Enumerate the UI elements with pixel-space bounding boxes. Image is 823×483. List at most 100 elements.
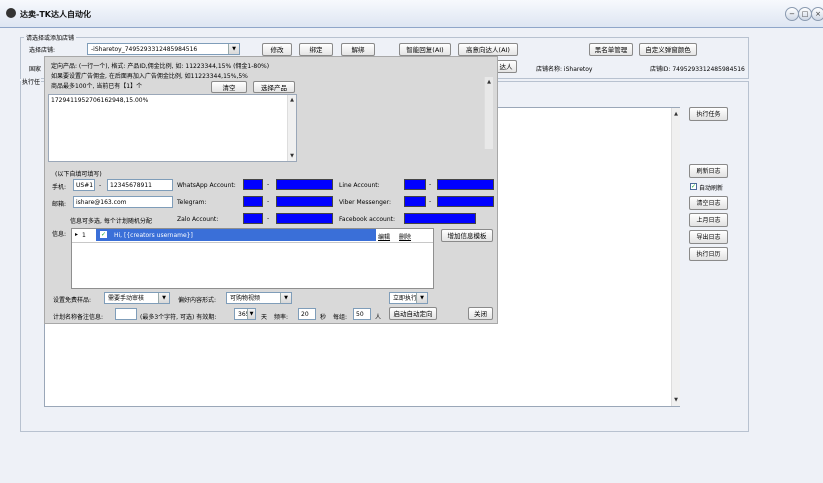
run-history-button[interactable]: 执行日历 — [689, 247, 728, 261]
close-icon[interactable]: × — [811, 7, 823, 21]
close-dialog-button[interactable]: 关闭 — [468, 307, 493, 320]
minimize-icon[interactable]: − — [785, 7, 799, 21]
facebook-label: Facebook account: — [339, 216, 396, 223]
per-group-field[interactable]: 50 — [353, 308, 371, 320]
zalo-code-field[interactable] — [243, 213, 263, 224]
chevron-down-icon: ▼ — [228, 44, 239, 54]
email-field[interactable]: ishare@163.com — [73, 196, 173, 208]
facebook-account-field[interactable] — [404, 213, 476, 224]
telegram-dash: - — [267, 198, 270, 205]
line-code-field[interactable] — [404, 179, 426, 190]
unbind-store-button[interactable]: 解绑 — [341, 43, 375, 56]
product-scrollbar[interactable]: ▲ ▼ — [287, 95, 296, 161]
scroll-up-icon[interactable]: ▲ — [672, 110, 680, 118]
frequency-field[interactable]: 20 — [298, 308, 316, 320]
per-group-label: 每组: — [333, 314, 348, 321]
blacklist-button[interactable]: 黑名单管理 — [589, 43, 633, 56]
run-task-button[interactable]: 执行任务 — [689, 107, 728, 121]
dialog-scrollbar[interactable]: ▲ — [484, 77, 493, 149]
product-hint-line1: 定向产品: (一行一个), 格式: 产品ID,佣金比例, 如: 11223344… — [51, 63, 270, 70]
scroll-up-icon[interactable]: ▲ — [485, 78, 493, 86]
select-product-button[interactable]: 选择产品 — [253, 81, 295, 93]
chevron-down-icon: ▼ — [247, 309, 255, 319]
line-account-field[interactable] — [437, 179, 494, 190]
scroll-up-icon[interactable]: ▲ — [288, 96, 296, 104]
target-creators-button[interactable]: 达人 — [495, 60, 517, 73]
app-logo-icon — [6, 8, 16, 18]
plan-name-field[interactable] — [115, 308, 137, 320]
run-now-select[interactable]: 立即执行 ▼ — [389, 292, 428, 304]
whatsapp-number-field[interactable] — [276, 179, 333, 190]
title-bar — [0, 0, 823, 28]
refresh-log-button[interactable]: 刷新日志 — [689, 164, 728, 178]
email-label: 邮箱: — [52, 201, 67, 208]
store-name-label: 店铺名称: iSharetoy — [536, 66, 593, 73]
start-auto-target-button[interactable]: 启动自动定向 — [389, 307, 437, 320]
product-entry: 1729411952706162948,15.00% — [51, 97, 149, 104]
telegram-number-field[interactable] — [276, 196, 333, 207]
validity-select[interactable]: 365 ▼ — [234, 308, 256, 320]
product-textarea[interactable]: 1729411952706162948,15.00% — [48, 94, 297, 162]
high-intent-creators-button[interactable]: 高意向达人(AI) — [458, 43, 518, 56]
message-text: Hi, [{creators username}] — [114, 232, 193, 239]
window-title: 达卖-TK达人自动化 — [20, 10, 91, 19]
content-form-select[interactable]: 可购物视频 ▼ — [226, 292, 292, 304]
phone-number-field[interactable]: 12345678911 — [107, 179, 173, 191]
whatsapp-label: WhatsApp Account: — [177, 182, 236, 189]
line-dash: - — [429, 181, 432, 188]
free-sample-select[interactable]: 需要手动审核 ▼ — [104, 292, 170, 304]
clear-products-button[interactable]: 清空 — [211, 81, 247, 93]
free-sample-label: 设置免费样品: — [53, 297, 92, 304]
telegram-label: Telegram: — [177, 199, 207, 206]
ai-reply-button[interactable]: 智能回复(AI) — [399, 43, 451, 56]
delete-message-link[interactable]: 删除 — [399, 232, 411, 241]
line-label: Line Account: — [339, 182, 380, 189]
scroll-down-icon[interactable]: ▼ — [288, 152, 296, 160]
chevron-down-icon: ▼ — [280, 293, 291, 303]
days-label: 天 — [261, 314, 268, 321]
edit-store-button[interactable]: 修改 — [262, 43, 292, 56]
viber-code-field[interactable] — [404, 196, 426, 207]
export-log-button[interactable]: 导出日志 — [689, 230, 728, 244]
phone-label: 手机: — [52, 184, 67, 191]
log-scrollbar[interactable]: ▲ ▼ — [671, 108, 680, 406]
clear-log-button[interactable]: 清空日志 — [689, 196, 728, 210]
add-template-button[interactable]: 增加信息模板 — [441, 229, 493, 242]
viber-dash: - — [429, 198, 432, 205]
content-form-label: 偏好内容形式: — [178, 297, 217, 304]
viber-number-field[interactable] — [437, 196, 494, 207]
product-hint-line2: 如果要设置广告佣金, 在后面再加入广告佣金比例, 如11223344,15%,5… — [51, 73, 248, 80]
edit-message-link[interactable]: 编辑 — [378, 232, 390, 241]
optional-title: (以下自填可填写) — [55, 171, 102, 178]
store-group-label: 请选择或添加店铺 — [24, 33, 77, 42]
scroll-down-icon[interactable]: ▼ — [672, 396, 680, 404]
message-checkbox[interactable]: ✓ — [100, 231, 107, 238]
info-note: 信息可多选, 每个计划随机分配 — [70, 218, 152, 225]
whatsapp-code-field[interactable] — [243, 179, 263, 190]
prev-month-log-button[interactable]: 上月日志 — [689, 213, 728, 227]
store-label: 选择店铺: — [29, 47, 56, 54]
info-label: 信息: — [52, 231, 67, 238]
execution-group-label: 执行任 — [21, 77, 42, 86]
zalo-dash: - — [267, 215, 270, 222]
whatsapp-dash: - — [267, 181, 270, 188]
telegram-code-field[interactable] — [243, 196, 263, 207]
row-index: 1 — [82, 232, 86, 239]
free-sample-value: 需要手动审核 — [108, 295, 145, 302]
people-label: 人 — [375, 314, 382, 321]
country-label: 国家 — [29, 66, 42, 73]
content-form-value: 可购物视频 — [230, 295, 261, 302]
message-template-list: ▸ 1 ✓ Hi, [{creators username}] 编辑 删除 — [71, 228, 434, 289]
seconds-label: 秒 — [320, 314, 327, 321]
maximize-icon[interactable]: □ — [798, 7, 812, 21]
phone-code-field[interactable]: US#1 — [73, 179, 95, 191]
custom-popup-color-button[interactable]: 自定义弹窗颜色 — [639, 43, 697, 56]
auto-refresh-checkbox[interactable]: ✓ — [690, 183, 697, 190]
chevron-down-icon: ▼ — [158, 293, 169, 303]
plan-name-label: 计划名称备注信息: — [53, 314, 104, 321]
plan-hint: (最多3个字符, 可选) 有效期: — [140, 314, 217, 321]
table-row[interactable]: ▸ 1 ✓ Hi, [{creators username}] 编辑 删除 — [72, 229, 433, 243]
bind-store-button[interactable]: 绑定 — [299, 43, 333, 56]
zalo-number-field[interactable] — [276, 213, 333, 224]
store-select[interactable]: -iSharetoy_7495293312485984516 ▼ — [87, 43, 240, 55]
